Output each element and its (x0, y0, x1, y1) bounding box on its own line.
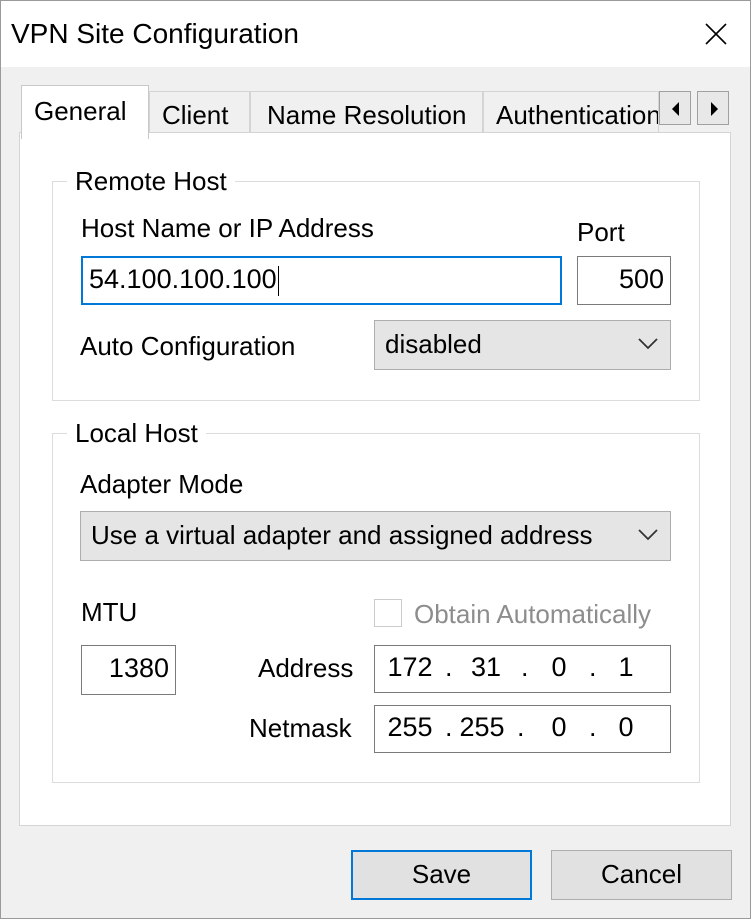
text-caret (277, 265, 279, 296)
host-address-value: 54.100.100.100 (89, 264, 277, 294)
tab-general[interactable]: General (21, 85, 149, 139)
netmask-ip-input[interactable]: 255 . 255 . 0 . 0 (374, 705, 671, 753)
netmask-octet-4: 0 (618, 712, 634, 742)
ip-dot: . (521, 652, 529, 682)
obtain-automatically-checkbox[interactable] (374, 599, 402, 627)
arrow-left-icon (672, 102, 679, 116)
tab-general-label: General (34, 96, 127, 126)
tab-authentication-label: Authentication (496, 100, 659, 130)
dialog-window: VPN Site Configuration General Client Na… (0, 0, 751, 919)
adapter-mode-label: Adapter Mode (80, 469, 244, 499)
tab-authentication[interactable]: Authentication (483, 91, 659, 137)
host-address-input[interactable]: 54.100.100.100 (81, 256, 562, 305)
close-button[interactable] (682, 1, 750, 67)
address-octet-2: 31 (470, 652, 502, 682)
host-name-label: Host Name or IP Address (81, 213, 374, 243)
ip-dot: . (589, 712, 597, 742)
netmask-octet-2: 255 (459, 712, 505, 742)
chevron-down-icon (638, 529, 658, 541)
address-octet-1: 172 (387, 652, 433, 682)
address-label: Address (258, 653, 354, 683)
save-button[interactable]: Save (351, 850, 532, 900)
tab-name-resolution[interactable]: Name Resolution (250, 91, 483, 137)
port-label: Port (577, 217, 625, 247)
adapter-mode-select[interactable]: Use a virtual adapter and assigned addre… (80, 511, 671, 561)
ip-dot: . (445, 712, 453, 742)
ip-dot: . (589, 652, 597, 682)
auto-configuration-select[interactable]: disabled (374, 320, 671, 370)
title-bar[interactable]: VPN Site Configuration (1, 1, 750, 67)
tab-panel-general: Remote Host Host Name or IP Address Port… (19, 132, 731, 826)
address-ip-input[interactable]: 172 . 31 . 0 . 1 (374, 645, 671, 693)
ip-dot: . (445, 652, 453, 682)
mtu-input[interactable]: 1380 (81, 645, 176, 695)
mtu-label: MTU (81, 597, 138, 627)
remote-host-group-label: Remote Host (67, 166, 235, 197)
window-title: VPN Site Configuration (11, 18, 299, 49)
tab-client-label: Client (162, 100, 229, 130)
address-octet-4: 1 (618, 652, 634, 682)
auto-configuration-label: Auto Configuration (80, 331, 296, 361)
tab-name-resolution-label: Name Resolution (267, 100, 467, 130)
close-icon (705, 23, 727, 45)
tab-scroll-left-button[interactable] (659, 91, 691, 125)
arrow-right-icon (711, 102, 718, 116)
cancel-button[interactable]: Cancel (551, 850, 732, 900)
mtu-value: 1380 (108, 653, 169, 683)
netmask-label: Netmask (249, 713, 352, 743)
local-host-group-label: Local Host (67, 418, 206, 449)
netmask-octet-1: 255 (387, 712, 433, 742)
ip-dot: . (517, 712, 525, 742)
address-octet-3: 0 (551, 652, 567, 682)
port-input[interactable]: 500 (577, 256, 671, 305)
netmask-octet-3: 0 (551, 712, 567, 742)
tab-scroll-right-button[interactable] (697, 91, 729, 125)
obtain-automatically-label: Obtain Automatically (414, 599, 652, 629)
port-value: 500 (618, 264, 664, 294)
chevron-down-icon (638, 338, 658, 350)
auto-configuration-value: disabled (385, 329, 482, 359)
adapter-mode-value: Use a virtual adapter and assigned addre… (91, 520, 593, 550)
save-button-label: Save (411, 859, 472, 889)
tab-client[interactable]: Client (149, 91, 250, 137)
cancel-button-label: Cancel (601, 859, 682, 889)
